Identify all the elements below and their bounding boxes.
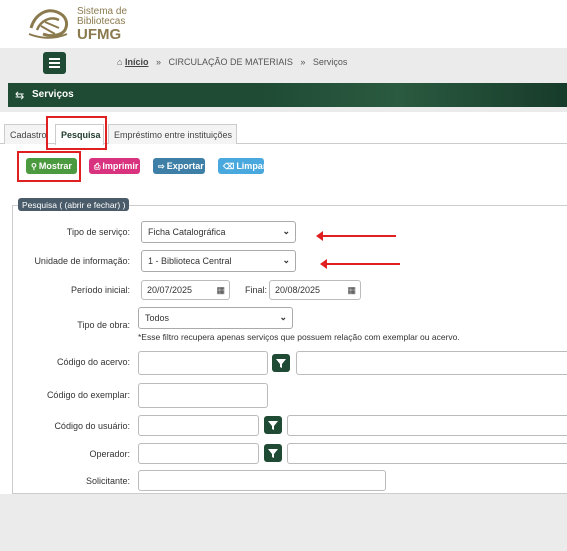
- collection-code-input[interactable]: [138, 351, 268, 375]
- filter-funnel-icon[interactable]: [272, 354, 290, 372]
- unit-select[interactable]: 1 - Biblioteca Central ⌄: [141, 250, 296, 272]
- annotation-box-show-button: [17, 151, 81, 182]
- unit-value: 1 - Biblioteca Central: [148, 256, 232, 266]
- item-code-input[interactable]: [138, 383, 268, 408]
- requester-label: Solicitante:: [85, 476, 130, 486]
- calendar-icon[interactable]: ▦: [347, 285, 356, 296]
- page: Sistema de Bibliotecas UFMG ⌂ Início » C…: [0, 0, 567, 551]
- tab-cadastro[interactable]: Cadastro: [4, 124, 47, 144]
- filter-funnel-icon[interactable]: [264, 444, 282, 462]
- requester-input[interactable]: [138, 470, 386, 491]
- page-title-bar: ⇆ Serviços: [8, 83, 567, 107]
- chevron-down-icon: ⌄: [282, 255, 290, 265]
- clear-button[interactable]: ⌫ Limpar: [218, 158, 267, 174]
- service-type-select[interactable]: Ficha Catalográfica ⌄: [141, 221, 296, 243]
- print-button-label: Imprimir: [102, 161, 139, 171]
- user-code-input[interactable]: [138, 415, 259, 436]
- export-icon: ⇨: [158, 162, 165, 171]
- breadcrumb-separator: »: [300, 57, 306, 67]
- period-start-label: Período inicial:: [70, 285, 130, 295]
- collection-code-label: Código do acervo:: [56, 357, 130, 367]
- printer-icon: ⎙: [94, 162, 101, 171]
- chevron-down-icon: ⌄: [279, 312, 287, 322]
- chevron-down-icon: ⌄: [282, 226, 290, 236]
- annotation-arrow: [320, 259, 400, 269]
- annotation-box-tab: [46, 116, 107, 150]
- filter-funnel-icon[interactable]: [264, 416, 282, 434]
- service-type-label: Tipo de serviço:: [66, 227, 130, 237]
- work-type-value: Todos: [145, 313, 170, 323]
- breadcrumb: ⌂ Início » CIRCULAÇÃO DE MATERIAIS » Ser…: [117, 57, 347, 67]
- breadcrumb-home-link[interactable]: Início: [125, 57, 149, 67]
- hamburger-bar: [49, 66, 60, 68]
- operator-code-input[interactable]: [138, 443, 259, 464]
- logo-text: Sistema de Bibliotecas UFMG: [77, 7, 127, 43]
- export-button[interactable]: ⇨ Exportar: [153, 158, 205, 174]
- hamburger-bar: [49, 62, 60, 64]
- period-start-input[interactable]: 20/07/2025 ▦: [141, 280, 230, 300]
- unit-label: Unidade de informação:: [34, 256, 130, 266]
- breadcrumb-level-2: Serviços: [312, 57, 348, 67]
- period-end-label: Final:: [244, 285, 267, 295]
- service-type-value: Ficha Catalográfica: [148, 227, 226, 237]
- filter-legend-toggle[interactable]: Pesquisa ( (abrir e fechar) ): [18, 198, 130, 211]
- work-type-select[interactable]: Todos ⌄: [138, 307, 293, 329]
- clear-button-label: Limpar: [236, 161, 267, 171]
- breadcrumb-level-1: CIRCULAÇÃO DE MATERIAIS: [168, 57, 293, 67]
- breadcrumb-separator: »: [155, 57, 161, 67]
- operator-name-input[interactable]: [287, 443, 567, 464]
- print-button[interactable]: ⎙ Imprimir: [89, 158, 140, 174]
- eraser-icon: ⌫: [223, 162, 235, 171]
- work-type-note: *Esse filtro recupera apenas serviços qu…: [138, 332, 460, 342]
- tab-emprestimo-entre-instituicoes[interactable]: Empréstimo entre instituições: [108, 124, 237, 144]
- collection-description-input[interactable]: [296, 351, 567, 375]
- page-title: Serviços: [32, 89, 74, 100]
- item-code-label: Código do exemplar:: [46, 390, 130, 400]
- calendar-icon[interactable]: ▦: [216, 285, 225, 296]
- logo-line-3: UFMG: [77, 26, 122, 43]
- ufmg-library-logo-icon: [28, 9, 69, 39]
- work-type-label: Tipo de obra:: [77, 320, 130, 330]
- hamburger-menu-button[interactable]: [43, 52, 66, 74]
- user-code-label: Código do usuário:: [54, 421, 130, 431]
- annotation-arrow: [316, 231, 396, 241]
- exchange-arrows-icon: ⇆: [15, 90, 25, 102]
- user-name-input[interactable]: [287, 415, 567, 436]
- export-button-label: Exportar: [166, 161, 204, 171]
- funnel-icon: [276, 359, 286, 368]
- period-end-input[interactable]: 20/08/2025 ▦: [269, 280, 361, 300]
- period-end-value: 20/08/2025: [275, 285, 321, 295]
- home-icon: ⌂: [117, 57, 123, 67]
- funnel-icon: [268, 421, 278, 430]
- top-header: Sistema de Bibliotecas UFMG: [0, 0, 567, 48]
- period-start-value: 20/07/2025: [147, 285, 193, 295]
- operator-label: Operador:: [89, 449, 130, 459]
- hamburger-bar: [49, 58, 60, 60]
- funnel-icon: [268, 449, 278, 458]
